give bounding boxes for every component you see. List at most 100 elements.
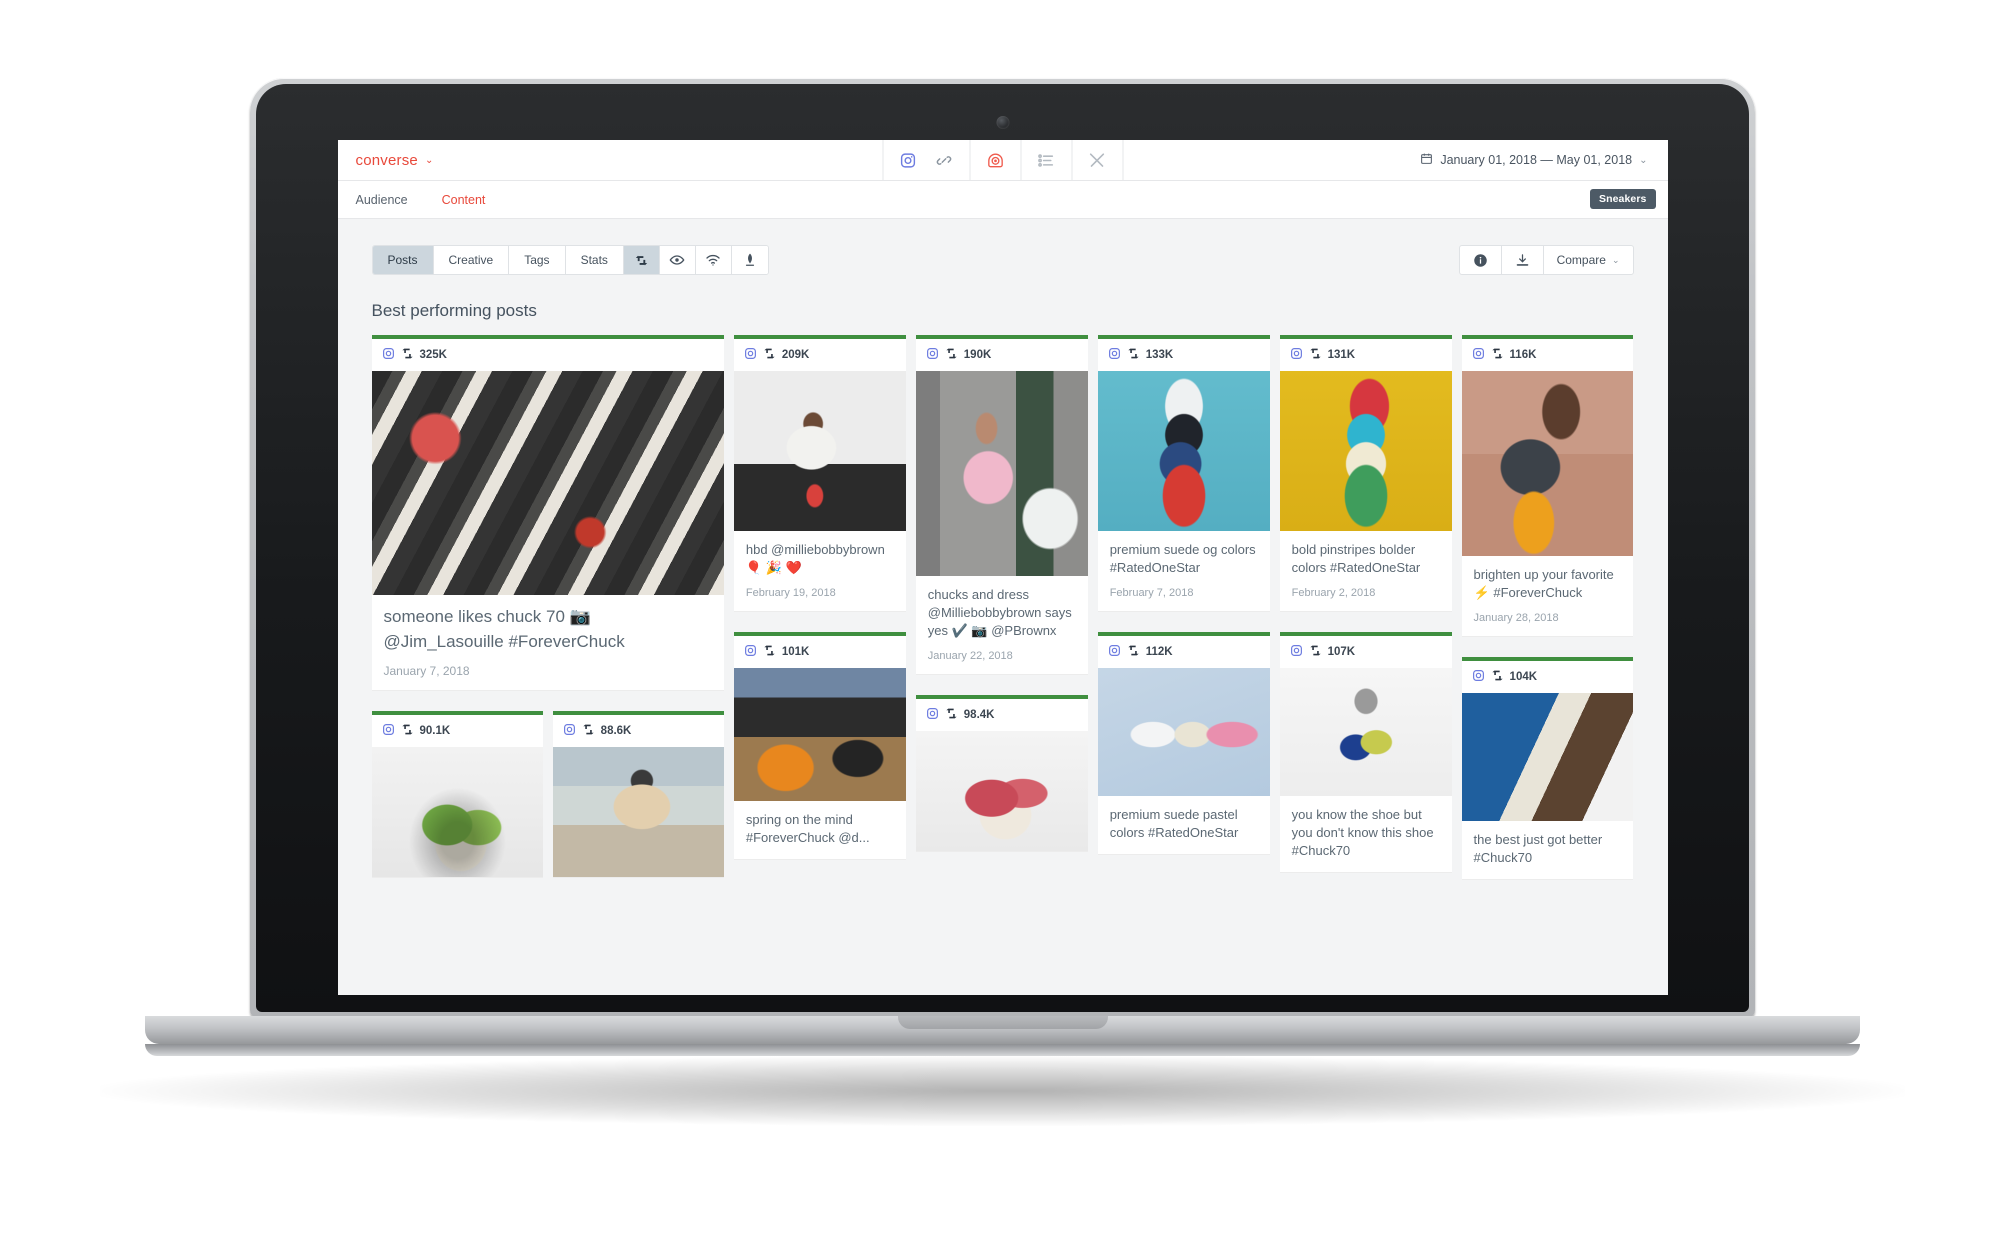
post-card[interactable]: 133K premium suede og colors #RatedOneSt…: [1097, 335, 1270, 612]
signal-icon[interactable]: [695, 246, 732, 274]
card-metrics: 131K: [1280, 339, 1452, 371]
post-image[interactable]: [1097, 667, 1270, 796]
card-metrics: 101K: [734, 636, 906, 668]
network-icon-group: [882, 140, 970, 180]
card-body: you know the shoe but you don't know thi…: [1280, 796, 1452, 872]
post-image[interactable]: [552, 747, 724, 878]
card-metrics: 107K: [1280, 636, 1452, 668]
post-image[interactable]: [371, 371, 724, 595]
post-card[interactable]: 101K spring on the mind #ForeverChuck @d…: [733, 631, 906, 860]
tab-content[interactable]: Content: [442, 193, 486, 207]
card-body: brighten up your favorite ⚡ #ForeverChuc…: [1462, 556, 1634, 636]
post-card[interactable]: 209K hbd @milliebobbybrown 🎈 🎉 ❤️ Februa…: [733, 335, 906, 612]
chevron-down-icon: ⌄: [424, 154, 434, 166]
post-image[interactable]: [733, 371, 906, 531]
post-card[interactable]: 88.6K: [552, 711, 724, 879]
post-card[interactable]: 90.1K: [371, 711, 543, 879]
card-body: someone likes chuck 70 📷 @Jim_Lasouille …: [372, 595, 724, 690]
instagram-icon: [382, 723, 395, 739]
post-caption: premium suede og colors #RatedOneStar: [1109, 542, 1256, 575]
post-caption: you know the shoe but you don't know thi…: [1291, 806, 1434, 858]
card-body: the best just got better #Chuck70: [1462, 821, 1634, 879]
post-image[interactable]: [1279, 667, 1452, 796]
card-metrics: 190K: [916, 339, 1088, 371]
tab-creative[interactable]: Creative: [433, 246, 510, 274]
post-image[interactable]: [1461, 371, 1634, 556]
post-image[interactable]: [1461, 692, 1634, 821]
tab-audience[interactable]: Audience: [356, 193, 408, 207]
tab-tags[interactable]: Tags: [509, 246, 566, 274]
metric-value: 98.4K: [963, 708, 995, 721]
list-icon[interactable]: [1035, 149, 1057, 171]
retweet-icon: [763, 348, 776, 362]
posts-column-2: 209K hbd @milliebobbybrown 🎈 🎉 ❤️ Februa…: [733, 335, 906, 870]
chevron-down-icon: ⌄: [1611, 254, 1620, 265]
card-metrics: 98.4K: [916, 699, 1088, 731]
post-card[interactable]: 98.4K: [915, 694, 1088, 852]
compare-label: Compare: [1556, 253, 1606, 267]
card-metrics: 104K: [1462, 661, 1634, 693]
retweet-icon[interactable]: [623, 246, 660, 274]
tab-posts[interactable]: Posts: [372, 246, 434, 274]
metric-value: 112K: [1145, 645, 1173, 658]
post-card[interactable]: 190K chucks and dress @Milliebobbybrown …: [915, 335, 1088, 675]
target-icon[interactable]: [984, 149, 1006, 171]
link-icon[interactable]: [933, 149, 955, 171]
post-image[interactable]: [371, 747, 543, 878]
card-body: hbd @milliebobbybrown 🎈 🎉 ❤️ February 19…: [734, 531, 906, 611]
date-range-picker[interactable]: January 01, 2018 — May 01, 2018 ⌄: [1400, 140, 1667, 180]
instagram-icon: [926, 707, 939, 723]
posts-column-4: 133K premium suede og colors #RatedOneSt…: [1097, 335, 1270, 865]
tab-stats[interactable]: Stats: [565, 246, 624, 274]
post-image[interactable]: [733, 667, 906, 801]
retweet-icon: [763, 645, 776, 659]
page-title: Best performing posts: [371, 301, 537, 320]
feather-icon[interactable]: [731, 246, 768, 274]
webcam-icon: [996, 116, 1009, 129]
post-date: February 2, 2018: [1291, 586, 1376, 599]
instagram-icon: [382, 347, 395, 363]
app-window: converse ⌄ January 01, 2018 — May 01, 20…: [337, 140, 1668, 995]
post-card[interactable]: 104K the best just got better #Chuck70: [1461, 656, 1634, 880]
brand-label: converse: [355, 151, 418, 169]
post-card[interactable]: 325K someone likes chuck 70 📷 @Jim_Lasou…: [371, 335, 724, 692]
post-image[interactable]: [1279, 371, 1452, 531]
posts-column-6: 116K brighten up your favorite ⚡ #Foreve…: [1461, 335, 1634, 890]
posts-column-1: 325K someone likes chuck 70 📷 @Jim_Lasou…: [371, 335, 724, 888]
compare-dropdown[interactable]: Compare ⌄: [1544, 246, 1633, 274]
post-caption: spring on the mind #ForeverChuck @d...: [745, 811, 870, 845]
card-body: premium suede og colors #RatedOneStar Fe…: [1098, 531, 1270, 611]
posts-column-5: 131K bold pinstripes bolder colors #Rate…: [1279, 335, 1452, 883]
metric-value: 131K: [1327, 349, 1356, 361]
post-card[interactable]: 112K premium suede pastel colors #RatedO…: [1097, 631, 1270, 855]
eye-icon[interactable]: [659, 246, 696, 274]
instagram-icon[interactable]: [897, 149, 919, 171]
target-icon-group: [970, 140, 1021, 180]
post-card[interactable]: 131K bold pinstripes bolder colors #Rate…: [1279, 335, 1452, 612]
instagram-icon: [1290, 347, 1303, 363]
card-metrics: 116K: [1462, 339, 1634, 371]
post-image[interactable]: [1097, 371, 1270, 531]
download-button[interactable]: [1502, 246, 1544, 274]
sub-nav: Audience Content Sneakers: [337, 181, 1668, 219]
instagram-icon: [744, 347, 757, 363]
info-button[interactable]: [1460, 246, 1502, 274]
instagram-icon: [1108, 644, 1121, 660]
posts-grid: 325K someone likes chuck 70 📷 @Jim_Lasou…: [338, 335, 1668, 890]
post-image[interactable]: [915, 730, 1088, 851]
post-caption: bold pinstripes bolder colors #RatedOneS…: [1291, 542, 1421, 575]
retweet-icon: [1309, 645, 1322, 659]
post-caption: chucks and dress @Milliebobbybrown says …: [927, 587, 1072, 638]
status-badge[interactable]: Sneakers: [1589, 189, 1656, 209]
top-bar-icon-groups: [882, 140, 1123, 180]
brand-selector[interactable]: converse ⌄: [338, 140, 452, 180]
card-metrics: 112K: [1098, 636, 1270, 668]
posts-column-3: 190K chucks and dress @Milliebobbybrown …: [915, 335, 1088, 862]
tools-icon[interactable]: [1086, 149, 1108, 171]
metric-value: 107K: [1327, 645, 1356, 658]
post-card[interactable]: 107K you know the shoe but you don't kno…: [1279, 631, 1452, 873]
metric-value: 101K: [781, 645, 810, 658]
post-image[interactable]: [915, 371, 1088, 576]
instagram-icon: [744, 644, 757, 660]
post-card[interactable]: 116K brighten up your favorite ⚡ #Foreve…: [1461, 335, 1634, 637]
